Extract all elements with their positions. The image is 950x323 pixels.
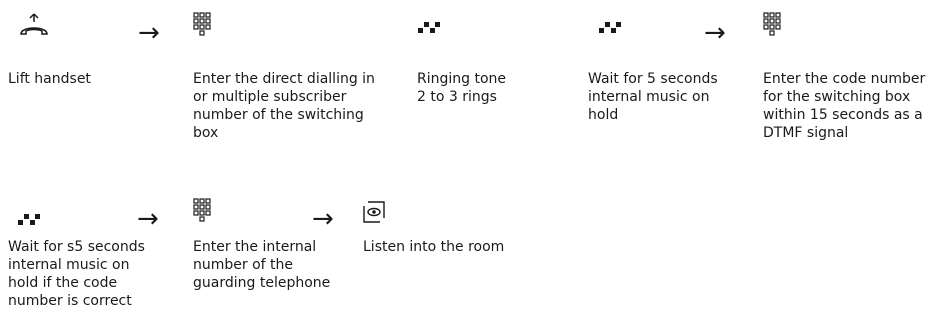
step-text: Enter the code number for the switching …	[763, 71, 926, 141]
step-text: Wait for 5 seconds internal music on hol…	[588, 71, 718, 123]
lift-handset-icon	[20, 13, 48, 35]
waiting-tone-icon	[599, 22, 621, 33]
arrow-icon: →	[137, 204, 159, 234]
arrow-icon: →	[138, 18, 160, 48]
keypad-icon	[193, 12, 211, 36]
step-text: Lift handset	[8, 71, 91, 87]
step-text: Enter the internal number of the guardin…	[193, 239, 331, 291]
step-text: Wait for s5 seconds internal music on ho…	[8, 239, 145, 309]
waiting-tone-icon	[18, 214, 40, 225]
room-monitor-icon	[363, 201, 385, 223]
arrow-icon: →	[312, 204, 334, 234]
keypad-icon	[193, 198, 211, 222]
step-text: Enter the direct dialling in or multiple…	[193, 71, 375, 141]
keypad-icon	[763, 12, 781, 36]
step-text: Ringing tone 2 to 3 rings	[417, 71, 507, 105]
arrow-icon: →	[704, 18, 726, 48]
ringing-tone-icon	[418, 22, 440, 33]
step-text: Listen into the room	[363, 239, 505, 255]
